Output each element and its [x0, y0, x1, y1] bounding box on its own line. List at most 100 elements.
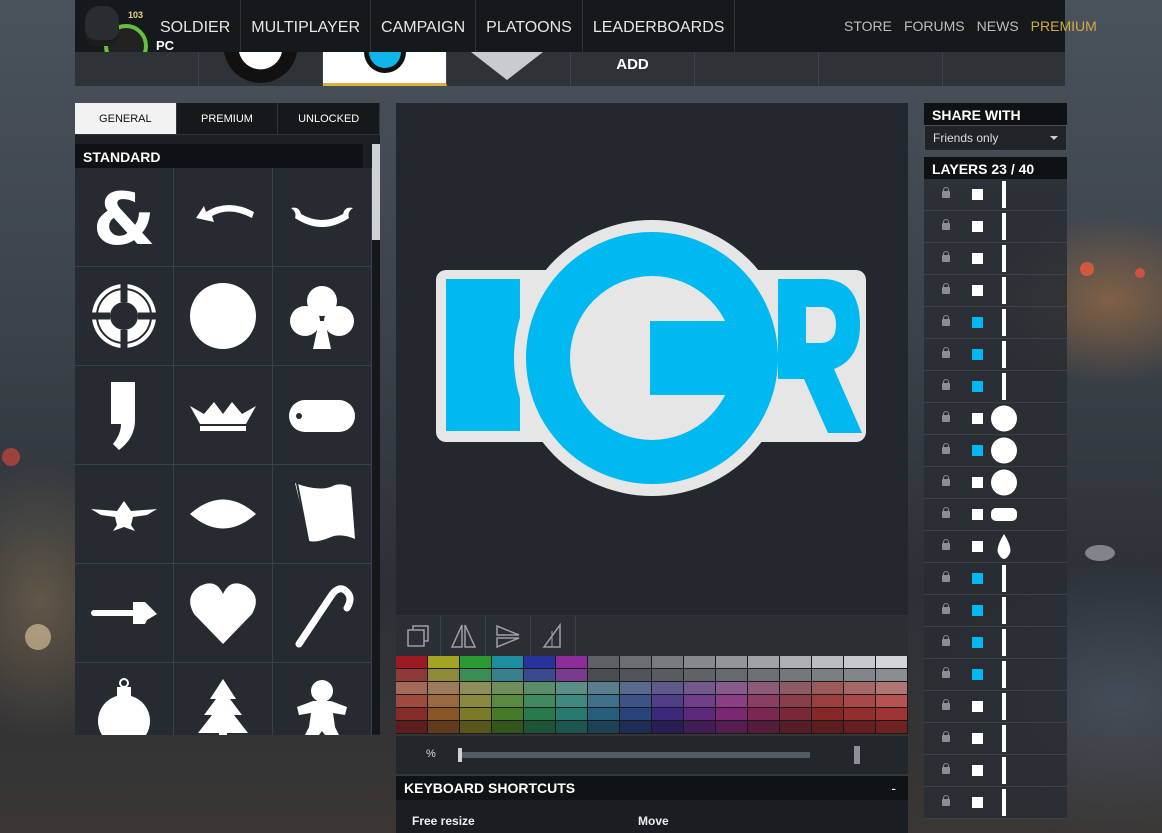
color-swatch[interactable]	[716, 656, 748, 669]
color-swatch[interactable]	[396, 682, 428, 695]
layer-row[interactable]	[924, 755, 1067, 787]
tab-unlocked[interactable]: UNLOCKED	[278, 103, 381, 135]
shape-ampersand[interactable]: &	[75, 168, 174, 267]
color-swatch[interactable]	[844, 656, 876, 669]
nav-platoons[interactable]: PLATOONS	[476, 0, 583, 52]
share-with-dropdown[interactable]: Friends only	[924, 125, 1067, 151]
shape-arrow[interactable]	[174, 168, 273, 267]
color-swatch[interactable]	[620, 682, 652, 695]
color-swatch[interactable]	[620, 721, 652, 734]
emblem-slot-empty[interactable]	[695, 52, 819, 86]
color-swatch[interactable]	[620, 695, 652, 708]
rotate-button[interactable]	[531, 616, 576, 656]
layer-row[interactable]	[924, 531, 1067, 563]
color-swatch[interactable]	[620, 708, 652, 721]
lock-icon[interactable]	[942, 315, 950, 326]
color-swatch[interactable]	[652, 695, 684, 708]
layer-color-swatch[interactable]	[972, 605, 983, 616]
color-swatch[interactable]	[780, 708, 812, 721]
layer-row[interactable]	[924, 339, 1067, 371]
lock-icon[interactable]	[942, 379, 950, 390]
color-swatch[interactable]	[428, 682, 460, 695]
lock-icon[interactable]	[942, 443, 950, 454]
color-swatch[interactable]	[396, 721, 428, 734]
layer-color-swatch[interactable]	[972, 797, 983, 808]
layer-color-swatch[interactable]	[972, 541, 983, 552]
opacity-slider[interactable]	[458, 748, 810, 762]
color-swatch[interactable]	[684, 721, 716, 734]
color-swatch[interactable]	[556, 695, 588, 708]
emblem-slot[interactable]	[447, 52, 571, 86]
color-swatch[interactable]	[748, 669, 780, 682]
color-swatch[interactable]	[492, 656, 524, 669]
color-swatch[interactable]	[748, 695, 780, 708]
lock-icon[interactable]	[942, 571, 950, 582]
lock-icon[interactable]	[942, 635, 950, 646]
flip-horizontal-button[interactable]	[441, 616, 486, 656]
layer-color-swatch[interactable]	[972, 413, 983, 424]
color-swatch[interactable]	[748, 656, 780, 669]
color-swatch[interactable]	[684, 682, 716, 695]
shape-circle[interactable]	[174, 267, 273, 366]
color-swatch[interactable]	[524, 656, 556, 669]
color-swatch[interactable]	[684, 708, 716, 721]
nav-campaign[interactable]: CAMPAIGN	[371, 0, 477, 52]
layer-row[interactable]	[924, 627, 1067, 659]
color-swatch[interactable]	[492, 669, 524, 682]
color-swatch[interactable]	[812, 708, 844, 721]
layer-color-swatch[interactable]	[972, 573, 983, 584]
color-swatch[interactable]	[556, 721, 588, 734]
color-swatch[interactable]	[460, 721, 492, 734]
color-swatch[interactable]	[620, 656, 652, 669]
layer-row[interactable]	[924, 787, 1067, 819]
layer-color-swatch[interactable]	[972, 765, 983, 776]
color-swatch[interactable]	[652, 708, 684, 721]
layer-color-swatch[interactable]	[972, 317, 983, 328]
lock-icon[interactable]	[942, 283, 950, 294]
color-swatch[interactable]	[780, 695, 812, 708]
color-swatch[interactable]	[780, 682, 812, 695]
egr-emblem[interactable]	[396, 103, 908, 615]
color-swatch[interactable]	[812, 656, 844, 669]
nav-leaderboards[interactable]: LEADERBOARDS	[583, 0, 736, 52]
color-swatch[interactable]	[396, 695, 428, 708]
color-swatch[interactable]	[524, 708, 556, 721]
lock-icon[interactable]	[942, 795, 950, 806]
shape-heart[interactable]	[174, 564, 273, 663]
color-swatch[interactable]	[780, 669, 812, 682]
keyboard-shortcuts-header[interactable]: KEYBOARD SHORTCUTS -	[396, 776, 908, 800]
color-swatch[interactable]	[460, 656, 492, 669]
layer-color-swatch[interactable]	[972, 669, 983, 680]
shape-comma[interactable]	[75, 366, 174, 465]
lock-icon[interactable]	[942, 411, 950, 422]
color-swatch[interactable]	[812, 695, 844, 708]
nav-premium[interactable]: PREMIUM	[1025, 0, 1103, 54]
layer-color-swatch[interactable]	[972, 477, 983, 488]
color-swatch[interactable]	[588, 669, 620, 682]
shape-ellipse[interactable]	[174, 465, 273, 564]
color-swatch[interactable]	[556, 682, 588, 695]
color-swatch[interactable]	[396, 656, 428, 669]
color-swatch[interactable]	[588, 708, 620, 721]
layer-row[interactable]	[924, 563, 1067, 595]
layer-row[interactable]	[924, 659, 1067, 691]
color-swatch[interactable]	[876, 695, 908, 708]
color-swatch[interactable]	[748, 708, 780, 721]
emblem-slot-empty[interactable]	[819, 52, 943, 86]
color-swatch[interactable]	[876, 682, 908, 695]
shape-lifebuoy[interactable]	[75, 267, 174, 366]
shape-crown[interactable]	[174, 366, 273, 465]
color-swatch[interactable]	[588, 656, 620, 669]
color-swatch[interactable]	[748, 682, 780, 695]
layer-color-swatch[interactable]	[972, 381, 983, 392]
layer-color-swatch[interactable]	[972, 349, 983, 360]
layer-color-swatch[interactable]	[972, 253, 983, 264]
layer-row[interactable]	[924, 211, 1067, 243]
duplicate-layer-button[interactable]	[396, 616, 441, 656]
lock-icon[interactable]	[942, 347, 950, 358]
color-swatch[interactable]	[428, 721, 460, 734]
color-swatch[interactable]	[716, 669, 748, 682]
opacity-end-knob[interactable]	[854, 746, 860, 764]
color-swatch[interactable]	[876, 721, 908, 734]
color-swatch[interactable]	[428, 669, 460, 682]
